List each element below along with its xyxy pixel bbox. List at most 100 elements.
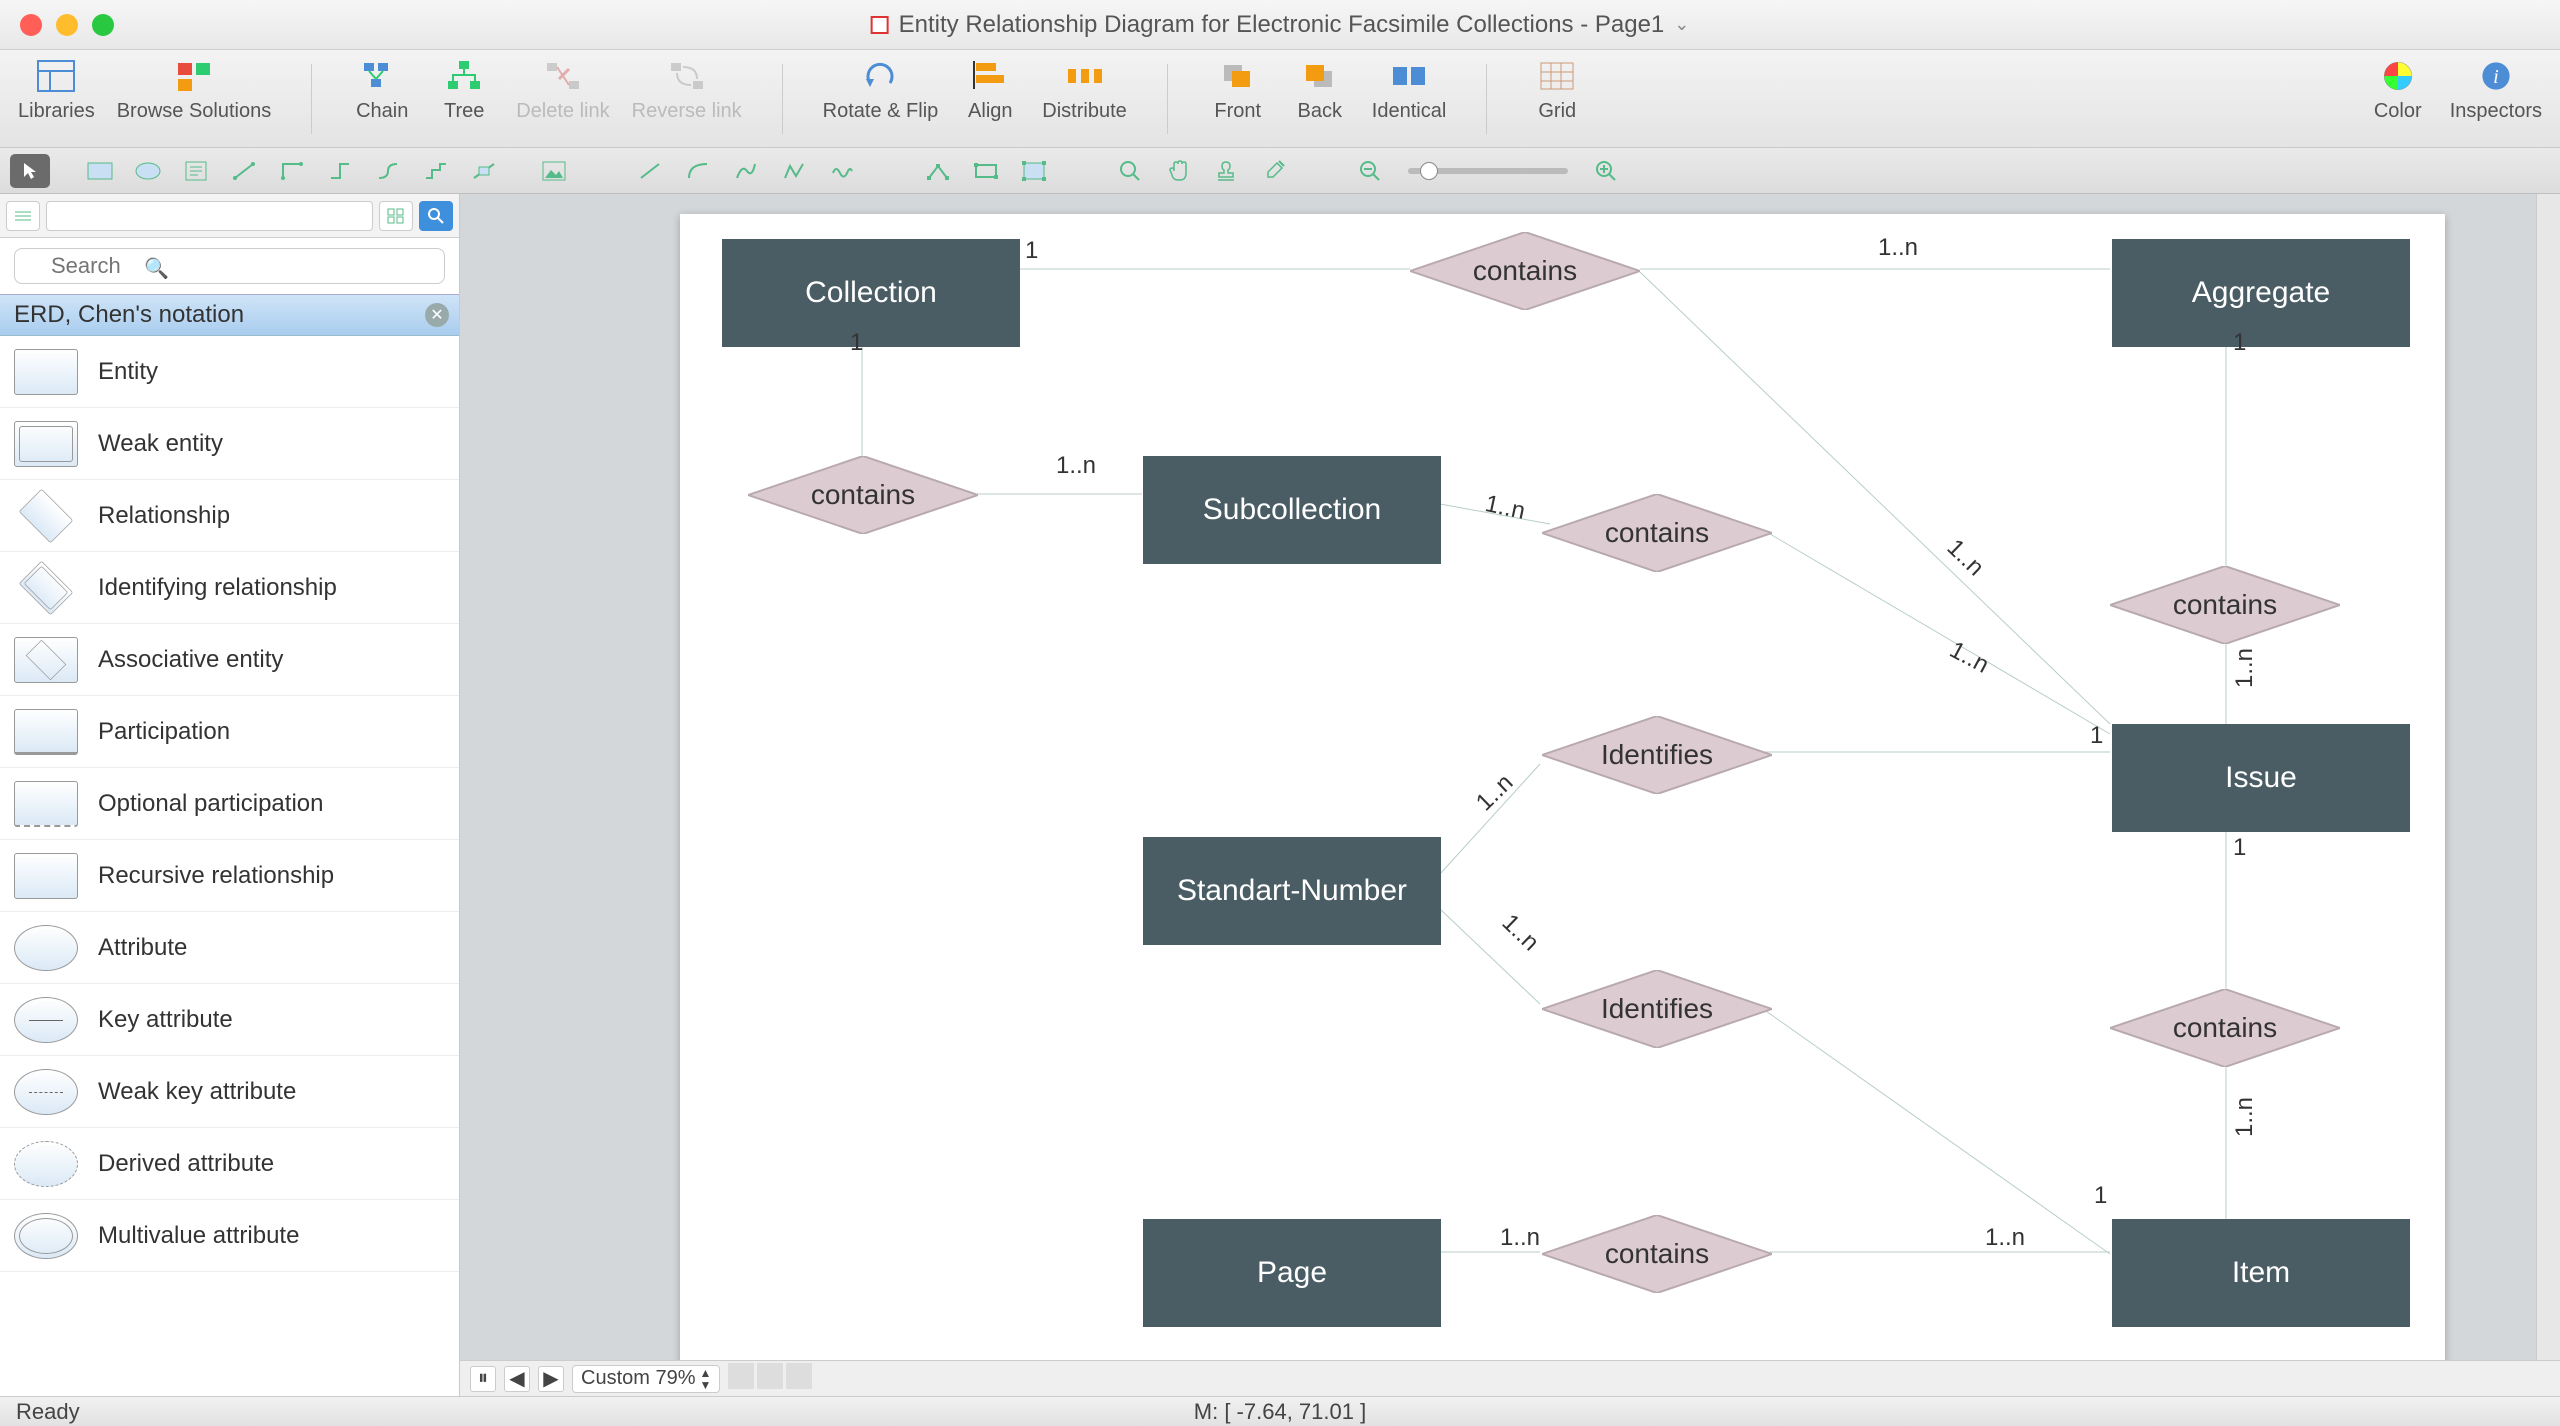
shape-participation[interactable]: Participation [0,696,459,768]
eyedropper-tool[interactable] [1254,154,1294,188]
libraries-button[interactable]: Libraries [18,58,95,123]
edit-shape-tool[interactable] [1014,154,1054,188]
entity-issue[interactable]: Issue [2112,724,2410,832]
grid-button[interactable]: Grid [1527,58,1587,123]
entity-page[interactable]: Page [1143,1219,1441,1327]
back-button[interactable]: Back [1290,58,1350,123]
inspectors-button[interactable]: iInspectors [2450,58,2542,123]
connector-6-tool[interactable] [464,154,504,188]
entity-standart-number[interactable]: Standart-Number [1143,837,1441,945]
card-label: 1..n [1941,534,1989,582]
key-attribute-thumb-icon [14,997,78,1043]
zoom-select[interactable]: Custom 79%▲▼ [572,1365,720,1393]
status-mouse-coords: M: [ -7.64, 71.01 ] [1194,1399,1366,1425]
arc-tool[interactable] [678,154,718,188]
align-button[interactable]: Align [960,58,1020,123]
ellipse-tool[interactable] [128,154,168,188]
rel-aggregate-issue[interactable]: contains [2110,566,2340,644]
title-text: Entity Relationship Diagram for Electron… [899,11,1665,39]
close-icon[interactable]: ✕ [425,303,449,327]
pause-button[interactable]: ⏸ [470,1366,496,1392]
color-button[interactable]: Color [2368,58,2428,123]
spline-tool[interactable] [726,154,766,188]
tree-button[interactable]: Tree [434,58,494,123]
rel-collection-subcollection[interactable]: contains [748,456,978,534]
close-window-button[interactable] [20,14,42,36]
entity-item[interactable]: Item [2112,1219,2410,1327]
app-icon [871,16,889,34]
connector-5-tool[interactable] [416,154,456,188]
fullscreen-window-button[interactable] [92,14,114,36]
distribute-button[interactable]: Distribute [1042,58,1126,123]
rotate-flip-button[interactable]: Rotate & Flip [823,58,939,123]
card-label: 1 [1025,237,1038,265]
connector-1-tool[interactable] [224,154,264,188]
search-input[interactable] [14,248,445,284]
zoom-out-button[interactable] [1350,154,1390,188]
connector-3-tool[interactable] [320,154,360,188]
rel-collection-aggregate[interactable]: contains [1410,232,1640,310]
entity-collection[interactable]: Collection [722,239,1020,347]
shape-optional-participation[interactable]: Optional participation [0,768,459,840]
rel-standart-issue[interactable]: Identifies [1542,716,1772,794]
zoom-slider-knob[interactable] [1420,162,1438,180]
shape-entity[interactable]: Entity [0,336,459,408]
identical-button[interactable]: Identical [1372,58,1447,123]
canvas-viewport[interactable]: Collection Aggregate Subcollection Issue… [460,194,2560,1360]
canvas-area: Collection Aggregate Subcollection Issue… [460,194,2560,1396]
zoom-tool[interactable] [1110,154,1150,188]
page[interactable]: Collection Aggregate Subcollection Issue… [680,214,2445,1360]
card-label: 1..n [1878,234,1918,262]
shape-weak-entity[interactable]: Weak entity [0,408,459,480]
shape-identifying-relationship[interactable]: Identifying relationship [0,552,459,624]
entity-subcollection[interactable]: Subcollection [1143,456,1441,564]
category-header[interactable]: ERD, Chen's notation ✕ [0,294,459,336]
minimize-window-button[interactable] [56,14,78,36]
shape-relationship[interactable]: Relationship [0,480,459,552]
prev-page-button[interactable]: ◀ [504,1366,530,1392]
connector-4-tool[interactable] [368,154,408,188]
delete-link-button: Delete link [516,58,609,123]
next-page-button[interactable]: ▶ [538,1366,564,1392]
main-toolbar: Libraries Browse Solutions Chain Tree De… [0,50,2560,148]
insert-image-tool[interactable] [534,154,574,188]
rel-subcollection-issue[interactable]: contains [1542,494,1772,572]
panel-grid-toggle[interactable] [379,201,413,231]
shape-multivalue-attribute[interactable]: Multivalue attribute [0,1200,459,1272]
browse-solutions-button[interactable]: Browse Solutions [117,58,272,123]
grid-icon [1535,58,1579,94]
page-tabs[interactable] [728,1363,815,1395]
rel-standart-item[interactable]: Identifies [1542,970,1772,1048]
panel-breadcrumb[interactable] [46,201,373,231]
pointer-tool[interactable] [10,154,50,188]
connector-2-tool[interactable] [272,154,312,188]
entity-aggregate[interactable]: Aggregate [2112,239,2410,347]
rel-item-page[interactable]: contains [1542,1215,1772,1293]
panel-search-toggle[interactable] [419,201,453,231]
chain-button[interactable]: Chain [352,58,412,123]
polyline-tool[interactable] [774,154,814,188]
toolbar-separator [782,64,783,134]
panel-tree-toggle[interactable] [6,201,40,231]
zoom-slider[interactable] [1408,168,1568,174]
shape-weak-key-attribute[interactable]: Weak key attribute [0,1056,459,1128]
freehand-tool[interactable] [822,154,862,188]
window-title[interactable]: Entity Relationship Diagram for Electron… [871,11,1690,39]
stamp-tool[interactable] [1206,154,1246,188]
zoom-in-button[interactable] [1586,154,1626,188]
rectangle-tool[interactable] [80,154,120,188]
front-button[interactable]: Front [1208,58,1268,123]
edit-segments-tool[interactable] [966,154,1006,188]
shape-associative-entity[interactable]: Associative entity [0,624,459,696]
edit-points-tool[interactable] [918,154,958,188]
shape-key-attribute[interactable]: Key attribute [0,984,459,1056]
line-tool[interactable] [630,154,670,188]
color-icon [2376,58,2420,94]
vertical-scrollbar[interactable] [2536,194,2560,1360]
pan-tool[interactable] [1158,154,1198,188]
shape-recursive-relationship[interactable]: Recursive relationship [0,840,459,912]
shape-attribute[interactable]: Attribute [0,912,459,984]
rel-issue-item[interactable]: contains [2110,989,2340,1067]
shape-derived-attribute[interactable]: Derived attribute [0,1128,459,1200]
text-tool[interactable] [176,154,216,188]
